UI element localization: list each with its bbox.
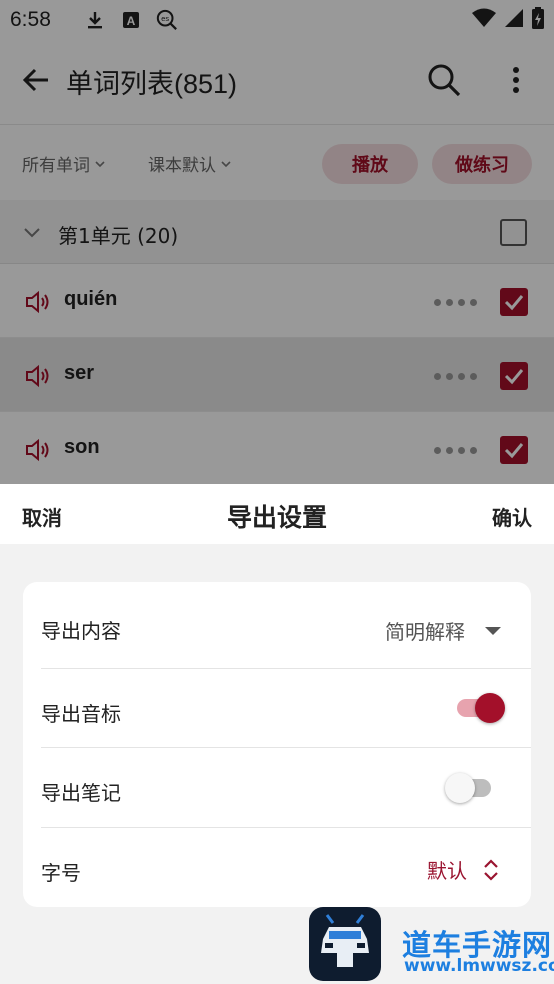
- sheet-header: 导出设置 取消 确认: [0, 484, 554, 544]
- font-size-label: 字号: [41, 861, 81, 885]
- confirm-button[interactable]: 确认: [492, 502, 532, 531]
- export-content-row[interactable]: 导出内容 简明解释: [41, 586, 531, 666]
- export-notes-label: 导出笔记: [41, 781, 121, 805]
- export-settings-sheet: 导出设置 取消 确认 导出内容 简明解释 导出音标 导出笔记 字号 默认 道车手…: [0, 484, 554, 984]
- export-content-value: 简明解释: [385, 620, 465, 644]
- watermark-logo: [309, 907, 381, 981]
- up-down-chevron-icon: [484, 858, 498, 881]
- export-content-select[interactable]: 简明解释: [385, 616, 501, 645]
- export-phonetic-toggle[interactable]: [455, 693, 505, 723]
- dropdown-triangle-icon: [485, 626, 501, 635]
- watermark-url: www.lmwwsz.com: [404, 956, 554, 976]
- export-notes-row: 导出笔记: [41, 748, 531, 828]
- export-content-label: 导出内容: [41, 619, 121, 643]
- sheet-title: 导出设置: [226, 503, 327, 532]
- export-phonetic-row: 导出音标: [41, 669, 531, 749]
- font-size-value: 默认: [427, 859, 467, 883]
- export-phonetic-label: 导出音标: [41, 702, 121, 726]
- settings-card: 导出内容 简明解释 导出音标 导出笔记 字号 默认: [23, 582, 531, 907]
- font-size-row[interactable]: 字号 默认: [41, 828, 531, 908]
- cancel-button[interactable]: 取消: [22, 502, 62, 531]
- toggle-thumb: [445, 773, 475, 803]
- export-notes-toggle[interactable]: [445, 773, 495, 803]
- font-size-select[interactable]: 默认: [427, 855, 499, 884]
- toggle-thumb: [475, 693, 505, 723]
